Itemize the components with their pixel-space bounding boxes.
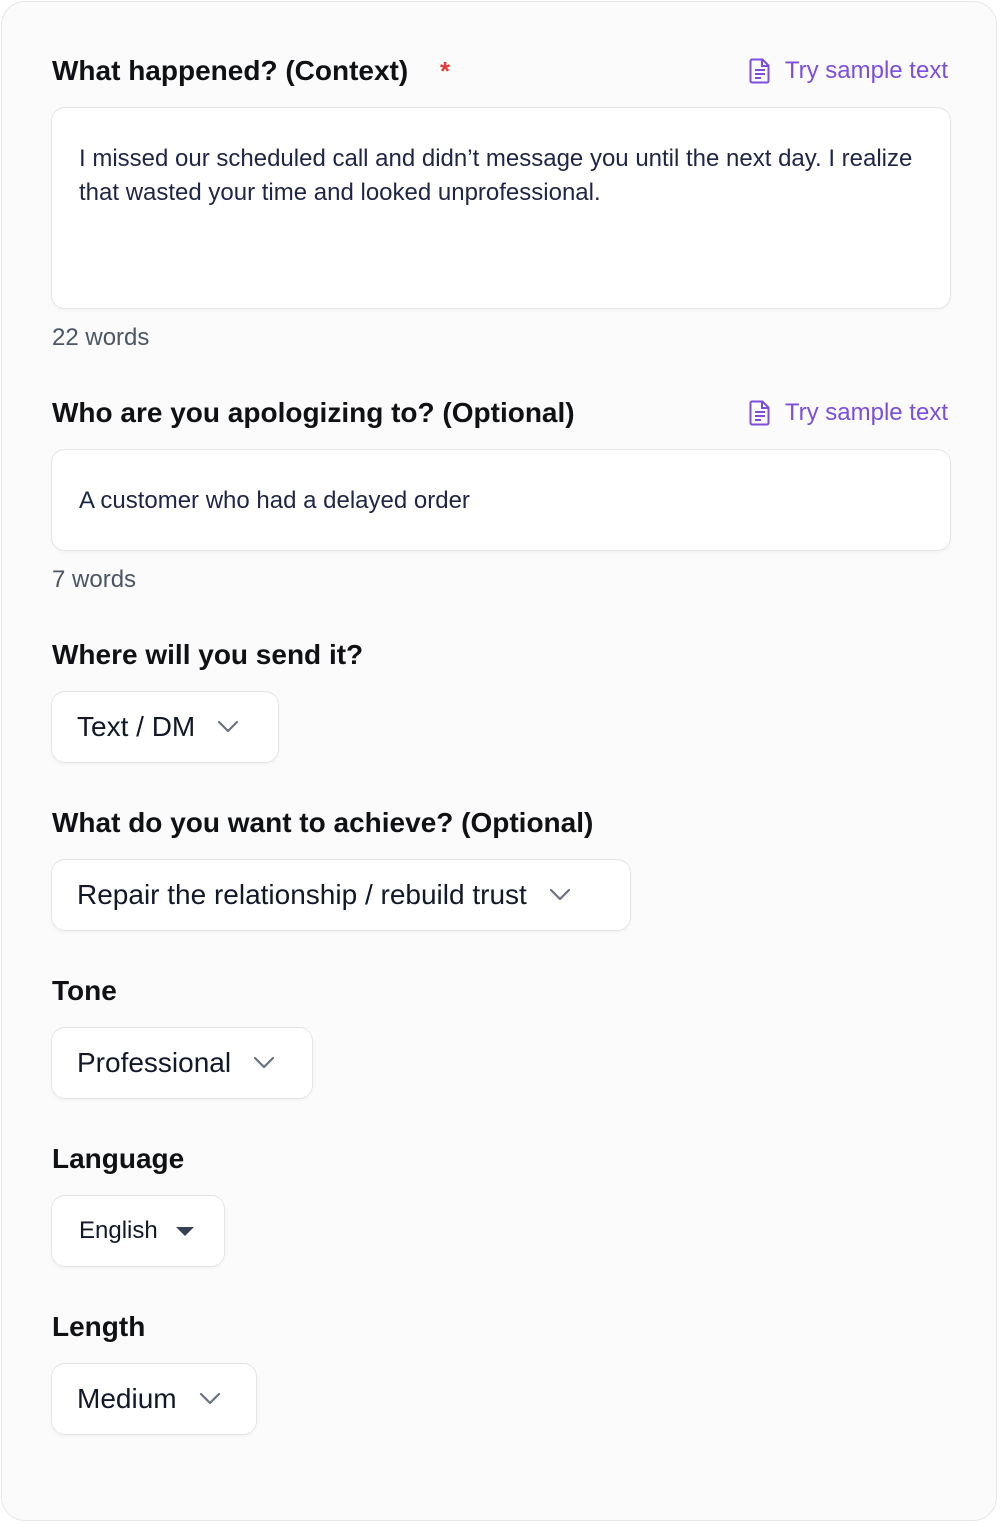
- goal-label: What do you want to achieve? (Optional): [52, 807, 594, 838]
- form-card: What happened? (Context) * Try sample te…: [1, 1, 997, 1521]
- length-value: Medium: [77, 1383, 177, 1414]
- channel-select[interactable]: Text / DM: [51, 691, 279, 763]
- document-icon: [749, 58, 770, 84]
- language-label: Language: [52, 1143, 185, 1174]
- language-value: English: [79, 1217, 158, 1244]
- language-select[interactable]: English: [51, 1195, 225, 1267]
- document-icon: [749, 400, 770, 426]
- chevron-down-icon: [199, 1392, 220, 1405]
- try-sample-text-link-recipient[interactable]: Try sample text: [749, 399, 948, 427]
- channel-value: Text / DM: [77, 711, 196, 742]
- chevron-down-icon: [253, 1056, 275, 1069]
- context-label: What happened? (Context): [52, 55, 409, 86]
- try-sample-text-link-context[interactable]: Try sample text: [749, 57, 948, 85]
- length-select[interactable]: Medium: [51, 1363, 257, 1435]
- context-text: I missed our scheduled call and didn’t m…: [79, 145, 913, 206]
- recipient-input[interactable]: A customer who had a delayed order: [51, 449, 951, 551]
- tone-value: Professional: [77, 1047, 232, 1078]
- tone-select[interactable]: Professional: [51, 1027, 313, 1099]
- try-sample-text-label: Try sample text: [784, 57, 948, 84]
- recipient-word-count: 7 words: [52, 566, 137, 593]
- chevron-down-icon: [549, 888, 570, 901]
- tone-label: Tone: [52, 975, 117, 1006]
- goal-value: Repair the relationship / rebuild trust: [77, 879, 527, 910]
- recipient-text: A customer who had a delayed order: [79, 487, 470, 514]
- try-sample-text-label: Try sample text: [784, 399, 948, 426]
- required-asterisk: *: [440, 56, 451, 86]
- chevron-down-icon: [218, 720, 239, 733]
- goal-select[interactable]: Repair the relationship / rebuild trust: [51, 859, 631, 931]
- context-textarea[interactable]: I missed our scheduled call and didn’t m…: [51, 107, 951, 309]
- channel-label: Where will you send it?: [52, 639, 364, 670]
- caret-down-icon: [175, 1226, 194, 1236]
- recipient-label: Who are you apologizing to? (Optional): [52, 397, 575, 428]
- length-label: Length: [52, 1311, 146, 1342]
- context-word-count: 22 words: [52, 324, 150, 351]
